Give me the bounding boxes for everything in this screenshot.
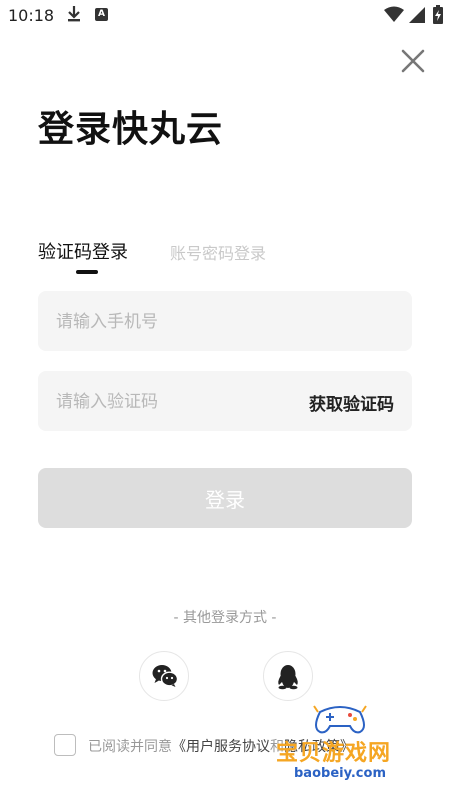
tab-active-indicator — [76, 270, 98, 274]
status-time: 10:18 — [8, 6, 55, 25]
wechat-login-button[interactable] — [139, 651, 189, 701]
watermark-text: 宝贝游戏网 — [276, 741, 392, 766]
tab-password-login[interactable]: 账号密码登录 — [170, 240, 266, 264]
get-code-button[interactable]: 获取验证码 — [309, 390, 394, 415]
agreement-checkbox[interactable] — [54, 734, 76, 756]
wechat-icon — [152, 665, 178, 687]
code-input[interactable] — [54, 371, 278, 433]
app-badge-icon: A — [95, 8, 108, 21]
user-agreement-link[interactable]: 《用户服务协议 — [172, 739, 270, 755]
login-button[interactable]: 登录 — [38, 468, 412, 528]
wifi-icon — [384, 6, 404, 22]
watermark-url: baobeiy.com — [294, 766, 386, 781]
code-field: 获取验证码 — [38, 371, 412, 433]
page-title: 登录快丸云 — [38, 109, 224, 150]
tab-sms-login[interactable]: 验证码登录 — [38, 238, 128, 264]
close-icon[interactable] — [398, 46, 428, 76]
other-login-label: - 其他登录方式 - — [173, 610, 277, 626]
status-bar: 10:18 A — [0, 0, 450, 32]
agreement-prefix: 已阅读并同意 — [88, 739, 172, 755]
signal-icon — [409, 7, 425, 23]
download-icon — [68, 6, 80, 22]
phone-field — [38, 291, 412, 353]
phone-input[interactable] — [54, 291, 278, 353]
watermark: 宝贝游戏网 baobeiy.com — [268, 700, 443, 795]
battery-icon — [433, 5, 443, 24]
qq-login-button[interactable] — [263, 651, 313, 701]
qq-icon — [278, 665, 298, 690]
gamepad-logo-icon — [313, 705, 367, 734]
